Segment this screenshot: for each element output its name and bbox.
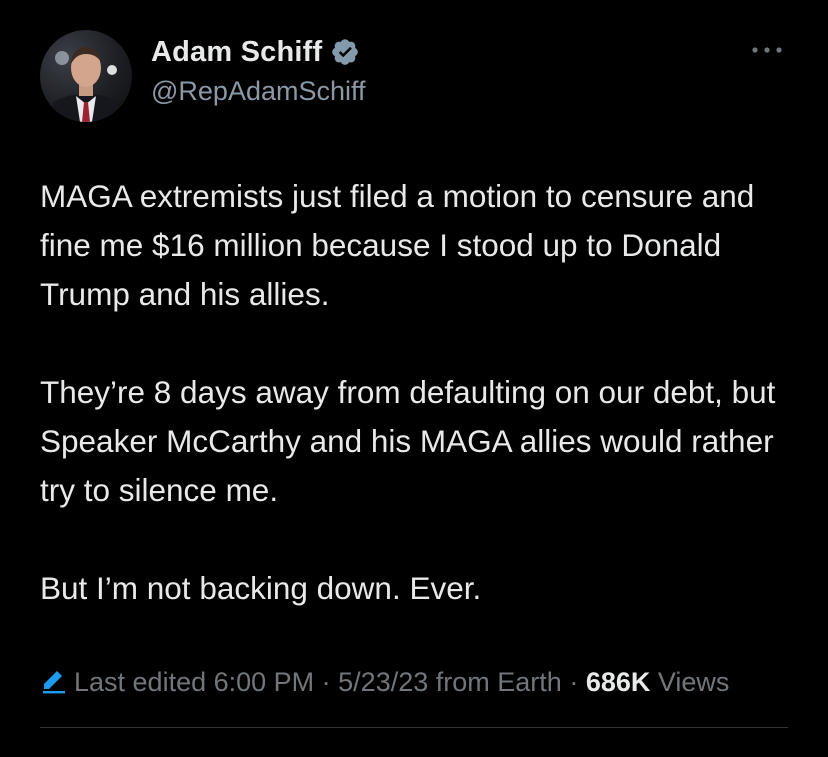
meta-separator: · [561, 667, 586, 697]
more-options-icon[interactable] [750, 42, 784, 58]
avatar[interactable] [40, 30, 132, 122]
last-edited-link[interactable]: Last edited 6:00 PM [74, 667, 314, 697]
author-names: Adam Schiff @RepAdamSchiff [151, 34, 366, 107]
author-handle[interactable]: @RepAdamSchiff [151, 76, 366, 107]
divider [40, 727, 788, 728]
avatar-image [44, 47, 128, 122]
tweet-source: from Earth [435, 667, 562, 697]
author-display-name[interactable]: Adam Schiff [151, 36, 322, 69]
tweet-paragraph: They’re 8 days away from defaulting on o… [40, 374, 776, 508]
views-label: Views [657, 667, 730, 697]
views-count[interactable]: 686K [586, 667, 651, 697]
meta-separator: · [314, 667, 339, 697]
tweet-header: Adam Schiff @RepAdamSchiff [40, 28, 790, 122]
tweet-meta: Last edited 6:00 PM · 5/23/23 from Earth… [40, 664, 788, 701]
tweet-text: MAGA extremists just filed a motion to c… [40, 172, 800, 613]
tweet-date[interactable]: 5/23/23 [338, 667, 428, 697]
tweet-paragraph: But I’m not backing down. Ever. [40, 570, 482, 606]
display-name-row: Adam Schiff [151, 34, 366, 70]
verified-badge-icon[interactable] [330, 37, 360, 67]
tweet-paragraph: MAGA extremists just filed a motion to c… [40, 178, 755, 312]
edit-pencil-icon[interactable] [40, 667, 68, 695]
